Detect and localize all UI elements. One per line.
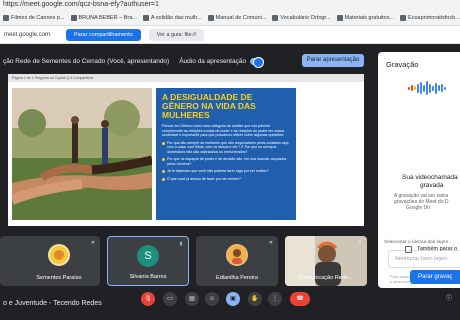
audio-toggle[interactable] — [250, 56, 265, 68]
slide-heading: A DESIGUALDADE DE GÊNERO NA VIDA DAS MUL… — [162, 92, 256, 120]
present-button[interactable]: ▣ — [226, 292, 240, 306]
slide-questions: Por que são sempre as mulheres que são r… — [162, 141, 290, 182]
bullet-icon — [162, 141, 165, 145]
participant-name: Edianilha Pereira — [216, 275, 258, 281]
panel-title: Gravação — [386, 60, 419, 69]
mic-off-button[interactable]: 🎙 — [141, 292, 155, 306]
present-icon: ▣ — [230, 296, 236, 302]
bullet-icon — [162, 177, 165, 181]
bookmark-icon — [70, 14, 77, 21]
hand-icon: ✋ — [251, 296, 259, 302]
slide-intro: Pensar em Gênero como uma categoria de a… — [162, 124, 285, 138]
share-bar: meet.google.com Parar compartilhamento V… — [0, 26, 460, 44]
recording-panel: Gravação Sua videochamada gravada A grava… — [378, 52, 460, 288]
mic-off-icon: 🎙 — [144, 296, 152, 302]
raise-hand-button[interactable]: ✋ — [248, 292, 262, 306]
bookmark-item[interactable]: BRUNA BEBER – Bra... — [70, 14, 137, 21]
participant-name: Silvania Barros — [129, 274, 167, 280]
bookmark-icon — [400, 14, 407, 21]
language-select[interactable]: Nenhuma (sem legen — [388, 250, 460, 268]
bookmark-item[interactable]: Manual de Comuni... — [207, 14, 266, 21]
emoji-button[interactable]: ☺ — [205, 292, 219, 306]
bookmark-item[interactable]: Ecoaprimoratisfocb... — [400, 14, 460, 21]
participant-name: Sementes Paraíso — [36, 275, 82, 281]
sun-logo-icon — [50, 246, 68, 264]
audio-label: Áudio da apresentação — [179, 57, 247, 65]
speaking-icon: ▮ — [179, 241, 183, 247]
bookmark-item[interactable]: A solidão das mulh... — [142, 14, 202, 21]
bookmark-icon — [3, 14, 9, 21]
recording-wave-icon — [408, 80, 458, 96]
slide-photo — [12, 88, 152, 220]
list-item: Por que os espaços de poder e de decisão… — [162, 157, 290, 166]
camera-icon: ▭ — [167, 296, 173, 302]
mic-off-icon: ✕ — [357, 240, 363, 246]
recording-description: A gravação vai ser salva gravações do Mee… — [394, 193, 449, 211]
recording-status: Sua videochamada gravada — [402, 174, 458, 189]
bullet-icon — [162, 170, 165, 174]
more-icon: ⋮ — [272, 296, 278, 302]
bookmark-icon — [142, 14, 149, 21]
camera-button[interactable]: ▭ — [163, 292, 177, 306]
address-bar[interactable]: https://meet.google.com/qcz-bsna-efy?aut… — [0, 0, 460, 10]
bookmark-icon — [336, 14, 343, 21]
meet-window: { "browser": { "url": "https://meet.goog… — [0, 0, 460, 320]
avatar — [226, 244, 248, 266]
mic-off-icon: ✕ — [90, 240, 96, 246]
bookmark-item[interactable]: Materiais gratuitos... — [336, 14, 394, 21]
captions-icon: ▤ — [189, 296, 195, 302]
checkbox-label: Também parar o — [417, 246, 458, 252]
stop-sharing-button[interactable]: Parar compartilhamento — [66, 28, 141, 41]
share-site: meet.google.com — [4, 31, 51, 38]
info-button[interactable]: ⓘ — [442, 292, 456, 306]
hands-photo-icon — [12, 88, 152, 220]
bookmarks-bar: Filmes de Cannes p... BRUNA BEBER – Bra.… — [0, 10, 460, 26]
participant-tile[interactable]: ✕ Edianilha Pereira — [196, 236, 278, 286]
list-item: O que você já deixou de fazer por ser mu… — [162, 177, 290, 182]
mic-off-icon: ✕ — [268, 240, 274, 246]
language-label: Selecionar o idioma das legen — [384, 240, 449, 245]
avatar — [48, 244, 70, 266]
bookmark-item[interactable]: Vocabulário Ortogr... — [272, 14, 331, 21]
captions-button[interactable]: ▤ — [185, 292, 199, 306]
person-photo-icon — [227, 245, 247, 265]
participant-tile[interactable]: ✕ Sementes Paraíso — [18, 236, 100, 286]
info-icon: ⓘ — [445, 296, 452, 302]
slide-text-panel: A DESIGUALDADE DE GÊNERO NA VIDA DAS MUL… — [156, 88, 296, 220]
bookmark-icon — [272, 14, 279, 21]
emoji-icon: ☺ — [208, 296, 216, 302]
shared-slide: Página 1 de 1 Pergunta ao Copilot Q A Co… — [8, 74, 364, 226]
bookmark-icon — [207, 14, 214, 21]
stop-also-checkbox[interactable] — [405, 246, 412, 253]
participant-name: Comunicação Rede... — [299, 275, 353, 281]
hang-up-icon: ☎ — [296, 296, 304, 302]
more-options-button[interactable]: ⋮ — [268, 292, 282, 306]
list-item: Por que são sempre as mulheres que são r… — [162, 141, 290, 155]
bullet-icon — [162, 158, 165, 162]
avatar: S — [137, 245, 159, 267]
meeting-name: o e Juventude - Tecendo Redes — [3, 300, 102, 307]
bookmark-item[interactable]: Filmes de Cannes p... — [3, 14, 65, 21]
participant-tile[interactable]: ✕ Comunicação Rede... — [285, 236, 367, 286]
presenter-label: ção Rede de Sementes do Cerrado (Você, a… — [3, 57, 170, 65]
view-tab-button[interactable]: Ver a guia: file:// — [148, 28, 205, 41]
participant-tile-active[interactable]: S ▮ Silvania Barros — [107, 236, 189, 286]
leave-call-button[interactable]: ☎ — [290, 292, 310, 306]
stop-recording-button[interactable]: Parar gravaç — [410, 270, 460, 284]
pdf-toolbar: Página 1 de 1 Pergunta ao Copilot Q A Co… — [8, 74, 364, 82]
stop-presentation-button[interactable]: Parar apresentação — [302, 54, 364, 67]
list-item: Já te disseram que você não poderia faze… — [162, 169, 290, 174]
